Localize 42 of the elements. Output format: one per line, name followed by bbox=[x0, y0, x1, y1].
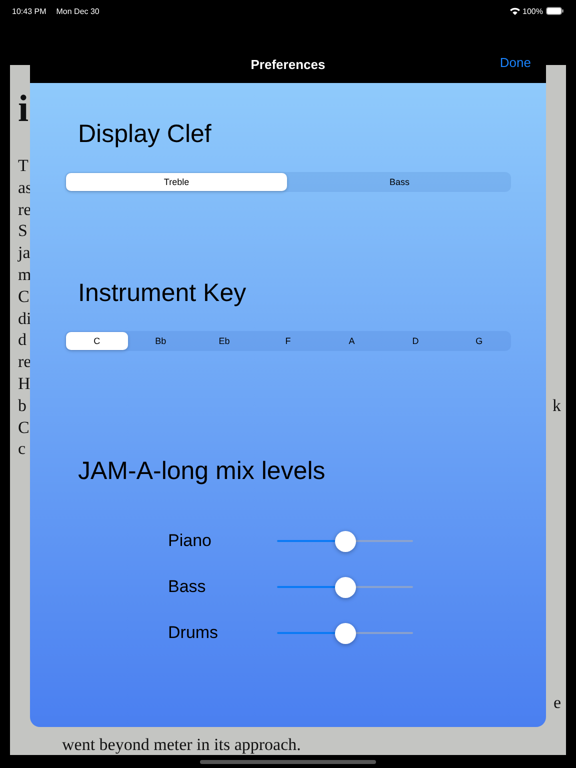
paragraph-text: re bbox=[18, 351, 32, 373]
segment-option[interactable]: F bbox=[257, 332, 319, 350]
paragraph-text: C bbox=[18, 286, 30, 308]
battery-icon bbox=[546, 7, 564, 15]
slider-thumb[interactable] bbox=[334, 622, 356, 644]
segment-option[interactable]: Eb bbox=[193, 332, 256, 350]
slider-label: Piano bbox=[168, 531, 212, 551]
segment-option[interactable]: Bass bbox=[289, 173, 510, 191]
paragraph-text: went beyond meter in its approach. bbox=[62, 734, 302, 755]
paragraph-text: re bbox=[18, 198, 32, 220]
slider-label: Drums bbox=[168, 623, 220, 643]
paragraph-text: T bbox=[18, 155, 28, 177]
segment-option[interactable]: D bbox=[384, 332, 446, 350]
done-button[interactable]: Done bbox=[500, 55, 531, 70]
segment-option[interactable]: Bb bbox=[130, 332, 192, 350]
paragraph-text: di bbox=[18, 308, 32, 330]
section-title: JAM-A-long mix levels bbox=[78, 456, 326, 486]
dialog-title: Preferences bbox=[250, 56, 326, 72]
slider-thumb[interactable] bbox=[334, 576, 356, 598]
status-date: Mon Dec 30 bbox=[56, 6, 100, 16]
paragraph-text: ja bbox=[18, 242, 30, 264]
paragraph-text: S bbox=[18, 220, 28, 242]
paragraph-text: k bbox=[552, 394, 561, 417]
battery-percent: 100% bbox=[522, 6, 543, 16]
segment-option[interactable]: C bbox=[66, 332, 128, 350]
wifi-icon bbox=[510, 7, 520, 15]
paragraph-text: C bbox=[18, 416, 30, 438]
segment-option[interactable]: G bbox=[448, 332, 510, 350]
segment-option[interactable]: Treble bbox=[66, 173, 287, 191]
paragraph-text: H bbox=[18, 372, 30, 395]
section-title: Display Clef bbox=[78, 119, 212, 149]
status-time: 10:43 PM bbox=[12, 6, 46, 16]
paragraph-text: m bbox=[18, 264, 32, 286]
section-title: Instrument Key bbox=[78, 278, 246, 308]
slider-thumb[interactable] bbox=[334, 530, 356, 552]
slider-label: Bass bbox=[168, 577, 207, 597]
paragraph-text: d bbox=[18, 329, 26, 352]
page-heading: i bbox=[18, 87, 30, 131]
paragraph-text: c bbox=[18, 438, 26, 460]
paragraph-text: e bbox=[553, 692, 561, 713]
segment-option[interactable]: A bbox=[320, 332, 383, 350]
paragraph-text: b bbox=[18, 394, 26, 417]
